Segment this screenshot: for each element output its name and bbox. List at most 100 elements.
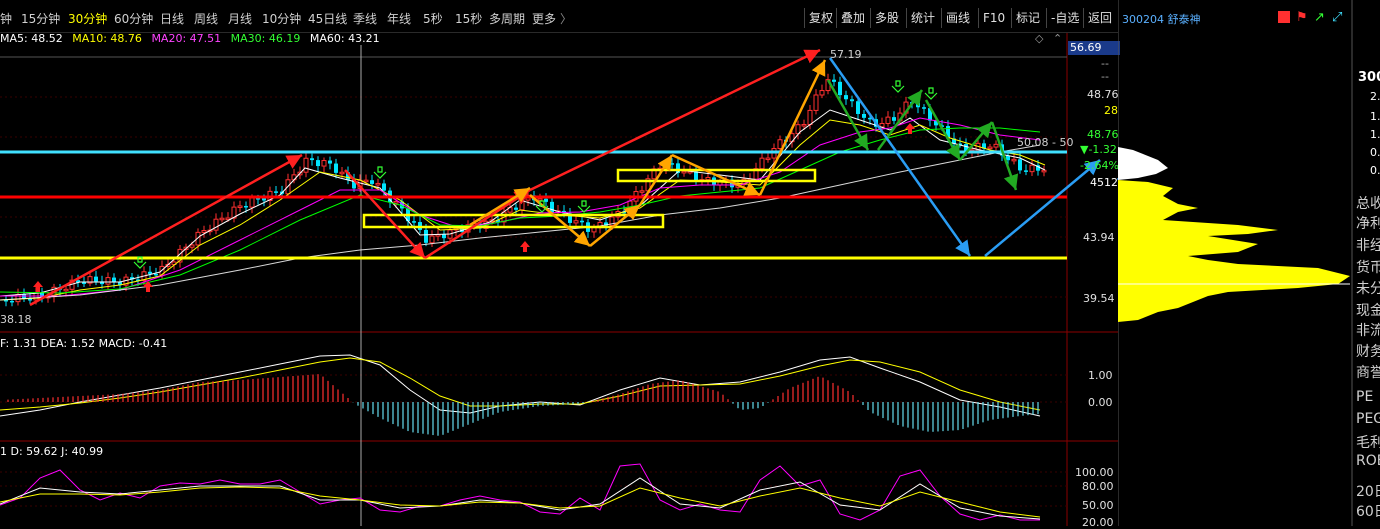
macd-legend: F: 1.31 DEA: 1.52 MACD: -0.41 bbox=[0, 337, 168, 350]
panel-number: 1. bbox=[1370, 128, 1380, 141]
stock-code: 300204 bbox=[1122, 13, 1164, 26]
candle-body bbox=[885, 116, 891, 124]
candle-body bbox=[856, 101, 860, 114]
candle-body bbox=[244, 205, 248, 208]
candle-body bbox=[580, 220, 584, 223]
candle-body bbox=[765, 157, 771, 161]
candle-body bbox=[519, 199, 525, 211]
fundamental-label: 总收 bbox=[1356, 196, 1380, 212]
candle-body bbox=[370, 180, 374, 184]
volume-profile-yellow bbox=[1118, 180, 1350, 322]
candle-body bbox=[429, 235, 435, 244]
candle-body bbox=[813, 94, 819, 111]
candle-body bbox=[777, 139, 783, 150]
candle-body bbox=[591, 227, 597, 233]
candle-body bbox=[201, 230, 207, 233]
candle-body bbox=[862, 113, 866, 118]
price-axis-label: 39.54 bbox=[1083, 292, 1115, 305]
high-price-marker: 57.19 bbox=[830, 48, 862, 61]
candle-body bbox=[189, 244, 195, 248]
panel-header-code: 300 bbox=[1358, 70, 1380, 85]
kdj-axis-label: 100.00 bbox=[1075, 466, 1114, 479]
stock-title: 300204 舒泰神 bbox=[1122, 11, 1201, 27]
candle-body bbox=[321, 160, 327, 167]
stock-name: 舒泰神 bbox=[1167, 13, 1201, 26]
price-axis-label: 43.94 bbox=[1083, 231, 1115, 244]
candle-body bbox=[94, 276, 98, 282]
blue-trend-arrows bbox=[828, 57, 1118, 257]
fundamental-label: 非流 bbox=[1356, 323, 1380, 339]
fundamental-label: 财务 bbox=[1356, 344, 1380, 360]
price-change-pct-label: -2.64% bbox=[1080, 159, 1119, 172]
candle-body bbox=[148, 271, 152, 274]
candle-body bbox=[922, 107, 926, 109]
panel-number: 1. bbox=[1370, 110, 1380, 123]
fundamental-label: 非经 bbox=[1356, 238, 1380, 254]
price-axis-label: -- bbox=[1101, 57, 1109, 70]
candle-body bbox=[310, 158, 314, 161]
fundamental-label: PE bbox=[1356, 389, 1374, 405]
macd-dif-line bbox=[0, 354, 1041, 417]
fundamental-label: 60日 bbox=[1356, 504, 1380, 520]
fundamental-label: PEG bbox=[1356, 411, 1380, 427]
candle-body bbox=[375, 182, 381, 186]
kline-chart[interactable] bbox=[0, 0, 1118, 526]
candle-body bbox=[892, 117, 896, 121]
candle-body bbox=[537, 198, 543, 201]
candle-body bbox=[63, 288, 69, 292]
fundamental-label: 未分 bbox=[1356, 281, 1380, 297]
flag-icon[interactable]: ⚑ bbox=[1296, 10, 1308, 25]
chart-icon[interactable]: ⤢ bbox=[1332, 10, 1342, 25]
candle-body bbox=[303, 157, 309, 173]
fundamental-label: 现金 bbox=[1356, 303, 1380, 319]
panel-number: 0. bbox=[1370, 164, 1380, 177]
fundamental-label: ROE bbox=[1356, 453, 1380, 469]
candle-body bbox=[916, 102, 920, 108]
kdj-axis-label: 50.00 bbox=[1082, 499, 1114, 512]
candle-body bbox=[694, 171, 698, 181]
candle-body bbox=[219, 217, 225, 221]
color-block-icon[interactable] bbox=[1278, 11, 1290, 23]
candle-body bbox=[316, 160, 320, 167]
candle-body bbox=[82, 282, 86, 284]
candle-body bbox=[154, 273, 158, 276]
candle-body bbox=[274, 191, 278, 193]
price-axis-label: -- bbox=[1101, 70, 1109, 83]
candle-body bbox=[639, 190, 645, 193]
candle-body bbox=[328, 160, 332, 164]
candle-body bbox=[670, 163, 674, 165]
candle-body bbox=[832, 79, 836, 82]
candle-body bbox=[1018, 159, 1022, 171]
fundamental-label: 商誉 bbox=[1356, 365, 1380, 381]
fundamental-label: 净利 bbox=[1356, 216, 1380, 232]
candle-body bbox=[412, 221, 416, 223]
volume-profile-white bbox=[1118, 147, 1168, 180]
candle-body bbox=[838, 81, 842, 96]
candle-body bbox=[759, 157, 765, 170]
candle-body bbox=[334, 163, 338, 173]
fundamental-label: 毛利 bbox=[1356, 435, 1380, 451]
candle-body bbox=[993, 143, 999, 148]
candle-body bbox=[1011, 158, 1017, 162]
candle-body bbox=[1024, 170, 1028, 172]
candle-body bbox=[807, 109, 813, 125]
candle-body bbox=[1041, 169, 1047, 173]
candle-body bbox=[850, 99, 854, 102]
panel-number: 0. bbox=[1370, 146, 1380, 159]
kdj-axis-label: 20.00 bbox=[1082, 516, 1114, 529]
fundamental-label: 货币 bbox=[1356, 260, 1380, 276]
macd-axis-label: 1.00 bbox=[1088, 369, 1113, 382]
kdj-axis-label: 80.00 bbox=[1082, 480, 1114, 493]
kdj-legend: 1 D: 59.62 J: 40.99 bbox=[0, 445, 104, 458]
candle-body bbox=[112, 277, 116, 283]
price-axis-label: 48.76 bbox=[1087, 88, 1119, 101]
candle-body bbox=[237, 205, 243, 208]
candle-body bbox=[442, 234, 446, 239]
candle-body bbox=[573, 220, 579, 224]
trend-icon[interactable]: ↗ bbox=[1314, 10, 1325, 25]
candle-body bbox=[844, 95, 848, 100]
candle-body bbox=[681, 170, 687, 174]
candle-body bbox=[339, 171, 345, 175]
candle-body bbox=[424, 229, 428, 243]
candle-body bbox=[363, 179, 369, 183]
